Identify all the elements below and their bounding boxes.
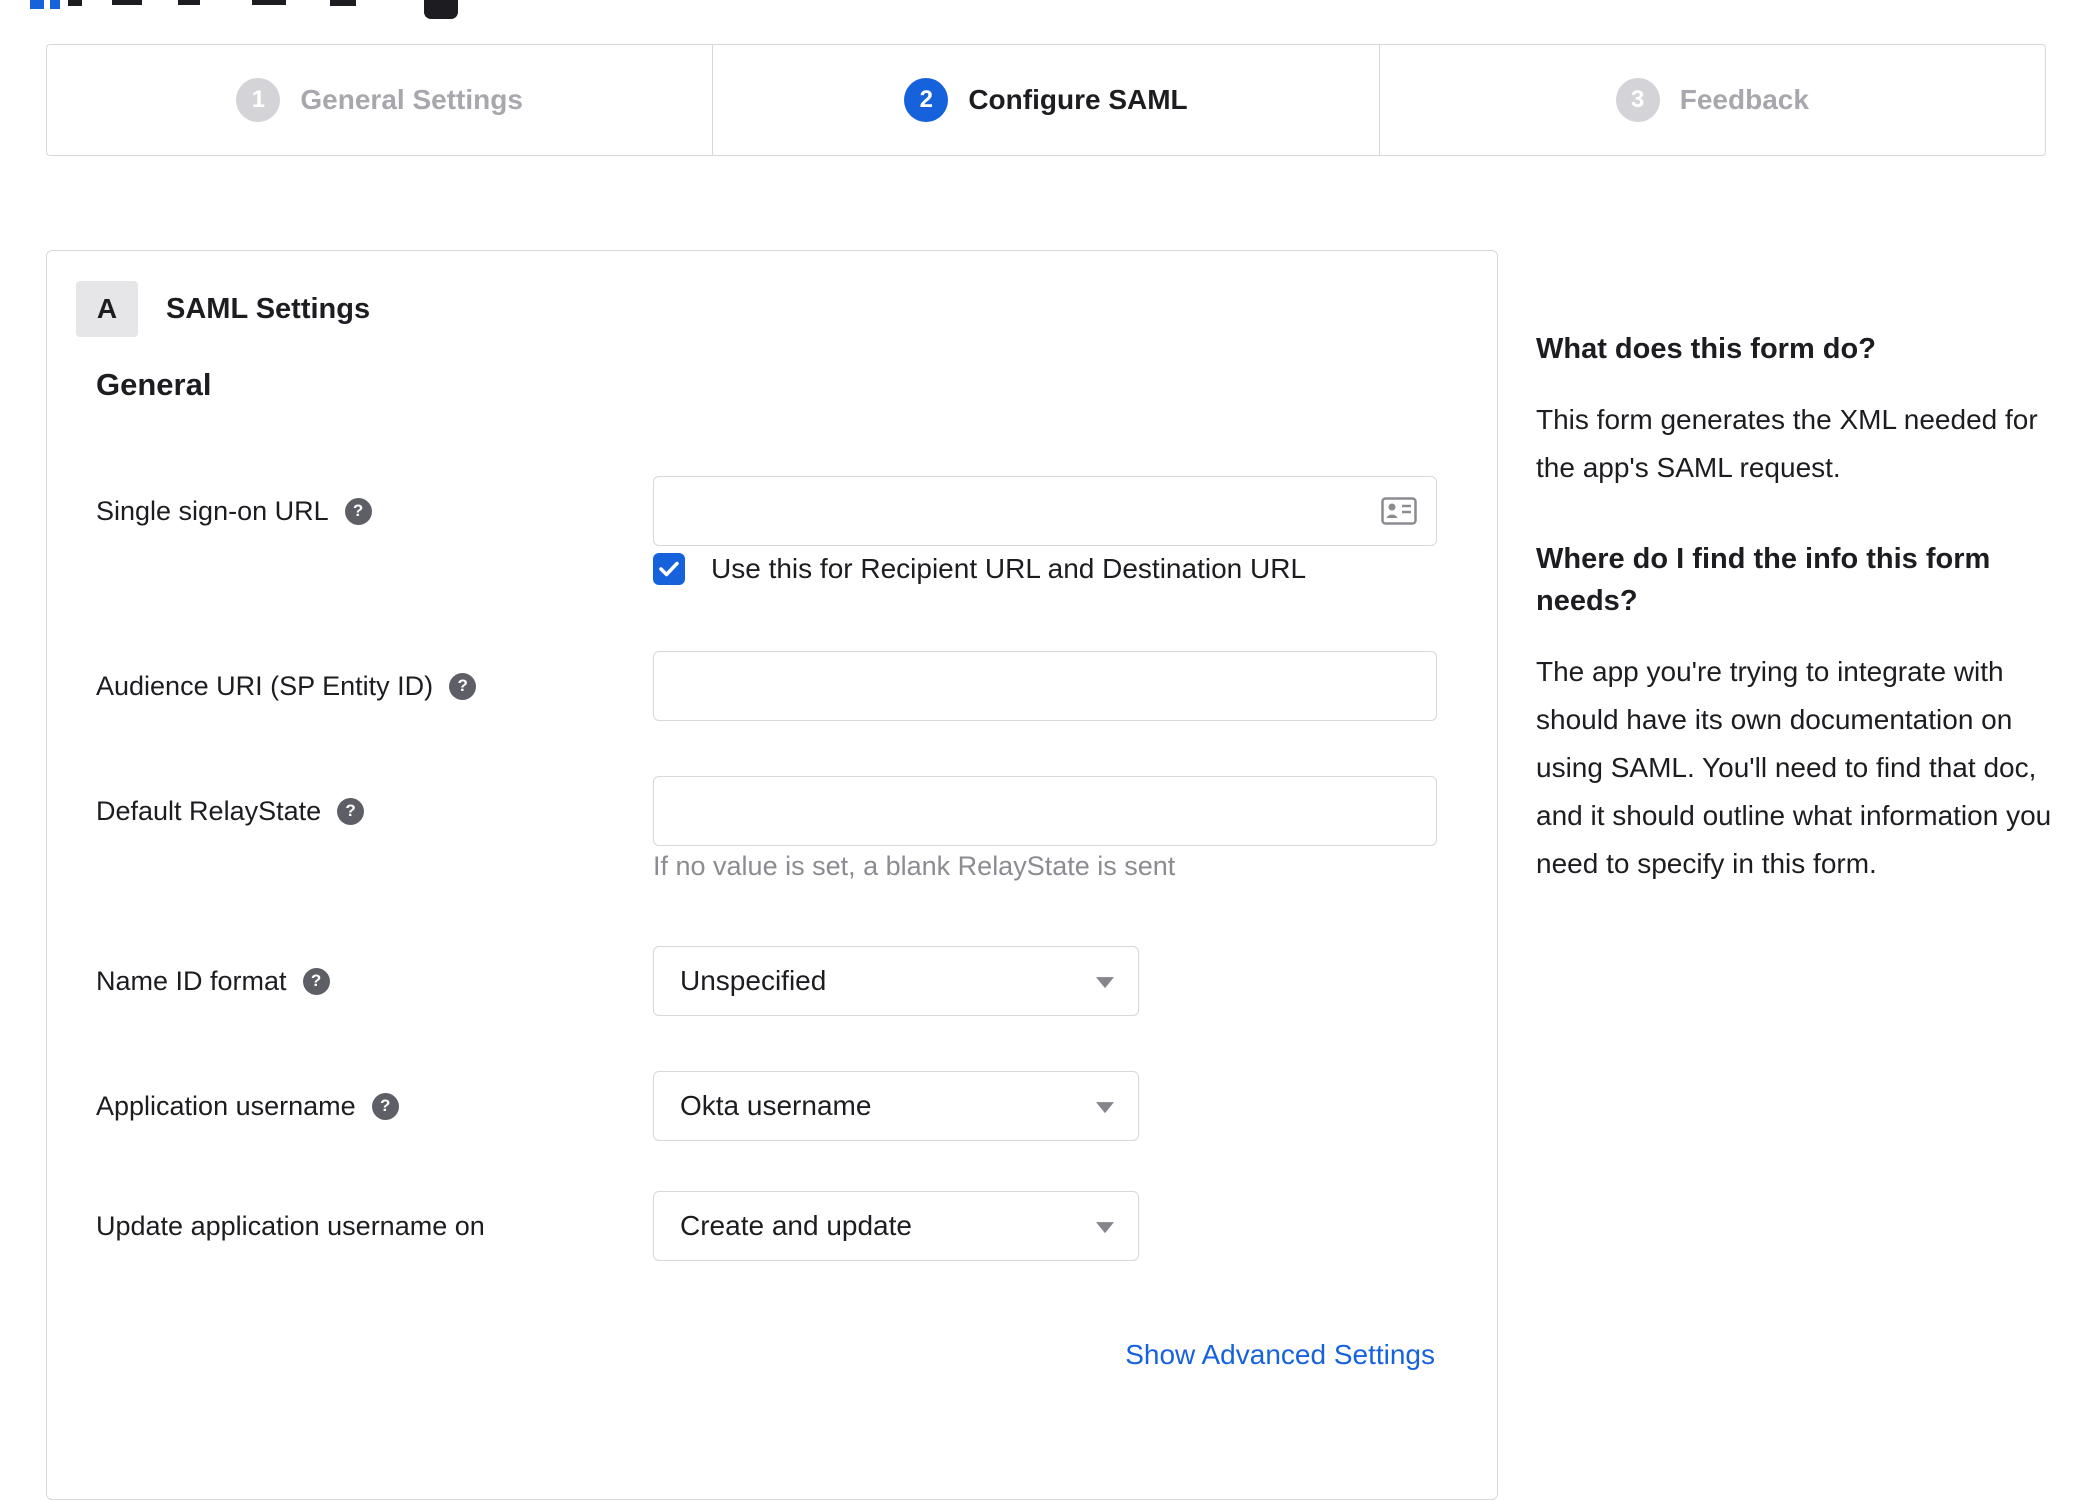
- panel-header: A SAML Settings: [76, 281, 370, 337]
- app-username-value: Okta username: [680, 1090, 872, 1121]
- name-id-format-label-wrap: Name ID format ?: [96, 946, 330, 1016]
- help-answer-2: The app you're trying to integrate with …: [1536, 656, 2052, 879]
- step-feedback[interactable]: 3 Feedback: [1378, 45, 2045, 155]
- update-username-select[interactable]: Create and update: [653, 1191, 1139, 1261]
- relay-state-hint: If no value is set, a blank RelayState i…: [653, 851, 1176, 881]
- relay-state-label-wrap: Default RelayState ?: [96, 776, 365, 846]
- relay-state-control: [653, 776, 1437, 846]
- general-group-title: General: [96, 367, 212, 402]
- step-configure-saml[interactable]: 2 Configure SAML: [712, 45, 1378, 155]
- step-number-badge: 1: [236, 78, 281, 122]
- update-username-label: Update application username on: [96, 1210, 485, 1241]
- app-username-control: Okta username: [653, 1071, 1139, 1141]
- audience-uri-label-wrap: Audience URI (SP Entity ID) ?: [96, 651, 477, 721]
- audience-uri-input[interactable]: [653, 651, 1437, 721]
- help-icon[interactable]: ?: [449, 672, 477, 700]
- name-id-format-label: Name ID format: [96, 965, 287, 996]
- audience-uri-control: [653, 651, 1437, 721]
- sso-url-label-wrap: Single sign-on URL ?: [96, 476, 372, 546]
- help-answer-1: This form generates the XML needed for t…: [1536, 404, 2038, 483]
- help-sidebar: What does this form do? This form genera…: [1536, 328, 2052, 934]
- help-question-1: What does this form do?: [1536, 333, 1876, 365]
- update-username-label-wrap: Update application username on: [96, 1191, 485, 1261]
- help-icon[interactable]: ?: [344, 497, 372, 525]
- sso-checkbox-row: Use this for Recipient URL and Destinati…: [653, 553, 1306, 585]
- app-username-label-wrap: Application username ?: [96, 1071, 399, 1141]
- saml-settings-panel: A SAML Settings General Single sign-on U…: [46, 250, 1498, 1500]
- caret-down-icon: [1096, 1102, 1114, 1114]
- name-id-format-select[interactable]: Unspecified: [653, 946, 1139, 1016]
- clipped-title-fragment: [68, 0, 82, 6]
- caret-down-icon: [1096, 977, 1114, 989]
- help-icon[interactable]: ?: [371, 1092, 399, 1120]
- checkmark-icon: [659, 561, 679, 577]
- name-id-format-control: Unspecified: [653, 946, 1139, 1016]
- caret-down-icon: [1096, 1222, 1114, 1234]
- section-a-badge: A: [76, 281, 138, 337]
- sso-url-label: Single sign-on URL: [96, 495, 329, 526]
- step-label: General Settings: [300, 84, 523, 115]
- relay-state-input[interactable]: [653, 776, 1437, 846]
- step-label: Configure SAML: [968, 84, 1188, 115]
- contact-card-icon: [1381, 497, 1417, 525]
- help-icon[interactable]: ?: [337, 797, 365, 825]
- step-general-settings[interactable]: 1 General Settings: [47, 45, 712, 155]
- wizard-stepper: 1 General Settings 2 Configure SAML 3 Fe…: [46, 44, 2046, 156]
- step-label: Feedback: [1679, 84, 1809, 115]
- app-username-label: Application username: [96, 1090, 356, 1121]
- step-number-badge: 2: [904, 78, 949, 122]
- panel-title: SAML Settings: [166, 292, 371, 325]
- name-id-format-value: Unspecified: [680, 965, 827, 996]
- sso-url-input[interactable]: [653, 476, 1437, 546]
- clipped-title-fragment: [112, 0, 142, 5]
- clipped-title-fragment: [178, 0, 200, 5]
- audience-uri-label: Audience URI (SP Entity ID): [96, 670, 434, 701]
- recipient-destination-checkbox[interactable]: [653, 553, 685, 585]
- update-username-value: Create and update: [680, 1210, 912, 1241]
- update-username-control: Create and update: [653, 1191, 1139, 1261]
- clipped-logo-fragment: [30, 0, 44, 9]
- clipped-app-icon: [424, 0, 458, 19]
- step-number-badge: 3: [1615, 78, 1660, 122]
- sso-url-control: [653, 476, 1437, 546]
- relay-state-label: Default RelayState: [96, 795, 322, 826]
- clipped-title-fragment: [252, 0, 286, 5]
- help-icon[interactable]: ?: [302, 967, 330, 995]
- recipient-destination-checkbox-label: Use this for Recipient URL and Destinati…: [711, 553, 1307, 584]
- clipped-title-fragment: [330, 0, 356, 6]
- show-advanced-settings-link[interactable]: Show Advanced Settings: [1125, 1339, 1435, 1371]
- clipped-logo-fragment: [50, 0, 60, 9]
- help-question-2: Where do I find the info this form needs…: [1536, 543, 1991, 617]
- app-username-select[interactable]: Okta username: [653, 1071, 1139, 1141]
